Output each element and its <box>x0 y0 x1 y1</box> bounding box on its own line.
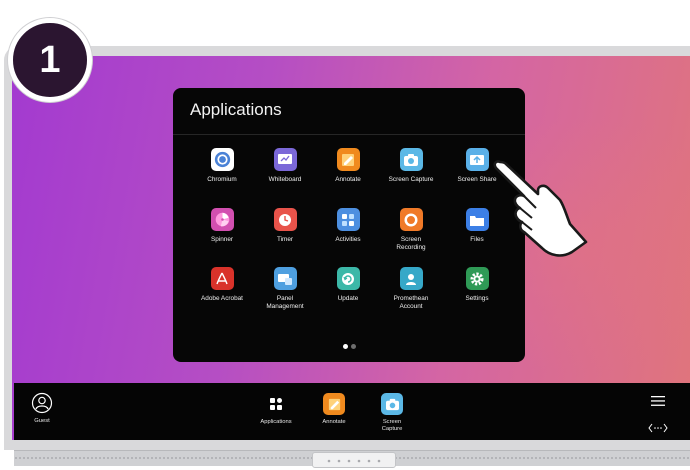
user-icon <box>31 392 53 414</box>
app-tile-promethean-account[interactable]: Promethean Account <box>378 267 444 311</box>
spinner-icon <box>210 208 234 231</box>
step-number-badge: 1 <box>8 18 92 102</box>
app-tile-settings[interactable]: Settings <box>444 267 510 303</box>
app-label: Spinner <box>210 236 234 243</box>
app-tile-screen-recording[interactable]: Screen Recording <box>378 208 444 252</box>
screen-share-icon <box>465 148 489 171</box>
page-dot[interactable] <box>351 344 356 349</box>
pointing-hand-cursor-icon <box>490 154 594 270</box>
settings-icon <box>465 267 489 290</box>
app-label: Panel Management <box>266 295 304 310</box>
annotate-icon <box>336 148 360 171</box>
app-tile-activities[interactable]: Activities <box>315 208 381 244</box>
files-icon <box>465 208 489 231</box>
app-tile-adobe-acrobat[interactable]: Adobe Acrobat <box>189 267 255 303</box>
taskbar-label: Applications <box>260 419 292 425</box>
applications-panel-title: Applications <box>190 100 282 119</box>
applications-grid-icon <box>265 393 287 415</box>
app-label: Activities <box>335 236 361 243</box>
taskbar-label: Screen Capture <box>381 419 403 432</box>
panel-divider <box>173 134 525 135</box>
app-label: Whiteboard <box>268 176 302 183</box>
page-indicator <box>343 344 356 349</box>
applications-panel: Applications Chromium Whiteboard Annotat… <box>173 88 525 362</box>
app-label: Annotate <box>335 176 361 183</box>
app-label: Adobe Acrobat <box>201 295 243 302</box>
timer-icon <box>273 208 297 231</box>
app-label: Screen Recording <box>396 236 426 251</box>
app-tile-update[interactable]: Update <box>315 267 381 303</box>
expand-arrows-icon[interactable] <box>648 418 668 437</box>
taskbar-annotate-button[interactable]: Annotate <box>314 393 354 426</box>
app-tile-chromium[interactable]: Chromium <box>189 148 255 184</box>
taskbar-screen-capture-button[interactable]: Screen Capture <box>372 393 412 433</box>
user-label: Guest <box>34 418 50 424</box>
app-tile-timer[interactable]: Timer <box>252 208 318 244</box>
activities-icon <box>336 208 360 231</box>
chromium-icon <box>210 148 234 171</box>
app-label: Promethean Account <box>393 295 429 310</box>
app-label: Settings <box>465 295 489 302</box>
app-tile-screen-capture[interactable]: Screen Capture <box>378 148 444 184</box>
app-label: Chromium <box>207 176 237 183</box>
page-dot-active[interactable] <box>343 344 348 349</box>
annotate-icon <box>323 393 345 415</box>
front-control-panel <box>312 452 396 468</box>
user-profile-button[interactable]: Guest <box>26 392 58 425</box>
app-tile-spinner[interactable]: Spinner <box>189 208 255 244</box>
app-tile-panel-management[interactable]: Panel Management <box>252 267 318 311</box>
app-tile-annotate[interactable]: Annotate <box>315 148 381 184</box>
promethean-account-icon <box>399 267 423 290</box>
screen-capture-icon <box>399 148 423 171</box>
taskbar: Guest Applications Annotate Screen Captu… <box>14 383 690 440</box>
taskbar-applications-button[interactable]: Applications <box>252 393 300 426</box>
hamburger-menu-icon[interactable] <box>650 392 666 411</box>
app-label: Screen Capture <box>388 176 434 183</box>
app-tile-whiteboard[interactable]: Whiteboard <box>252 148 318 184</box>
screen-capture-icon <box>381 393 403 415</box>
app-label: Timer <box>276 236 294 243</box>
panel-management-icon <box>273 267 297 290</box>
adobe-acrobat-icon <box>210 267 234 290</box>
update-icon <box>336 267 360 290</box>
app-label: Update <box>337 295 359 302</box>
screen-recording-icon <box>399 208 423 231</box>
taskbar-label: Annotate <box>322 419 346 425</box>
whiteboard-icon <box>273 148 297 171</box>
